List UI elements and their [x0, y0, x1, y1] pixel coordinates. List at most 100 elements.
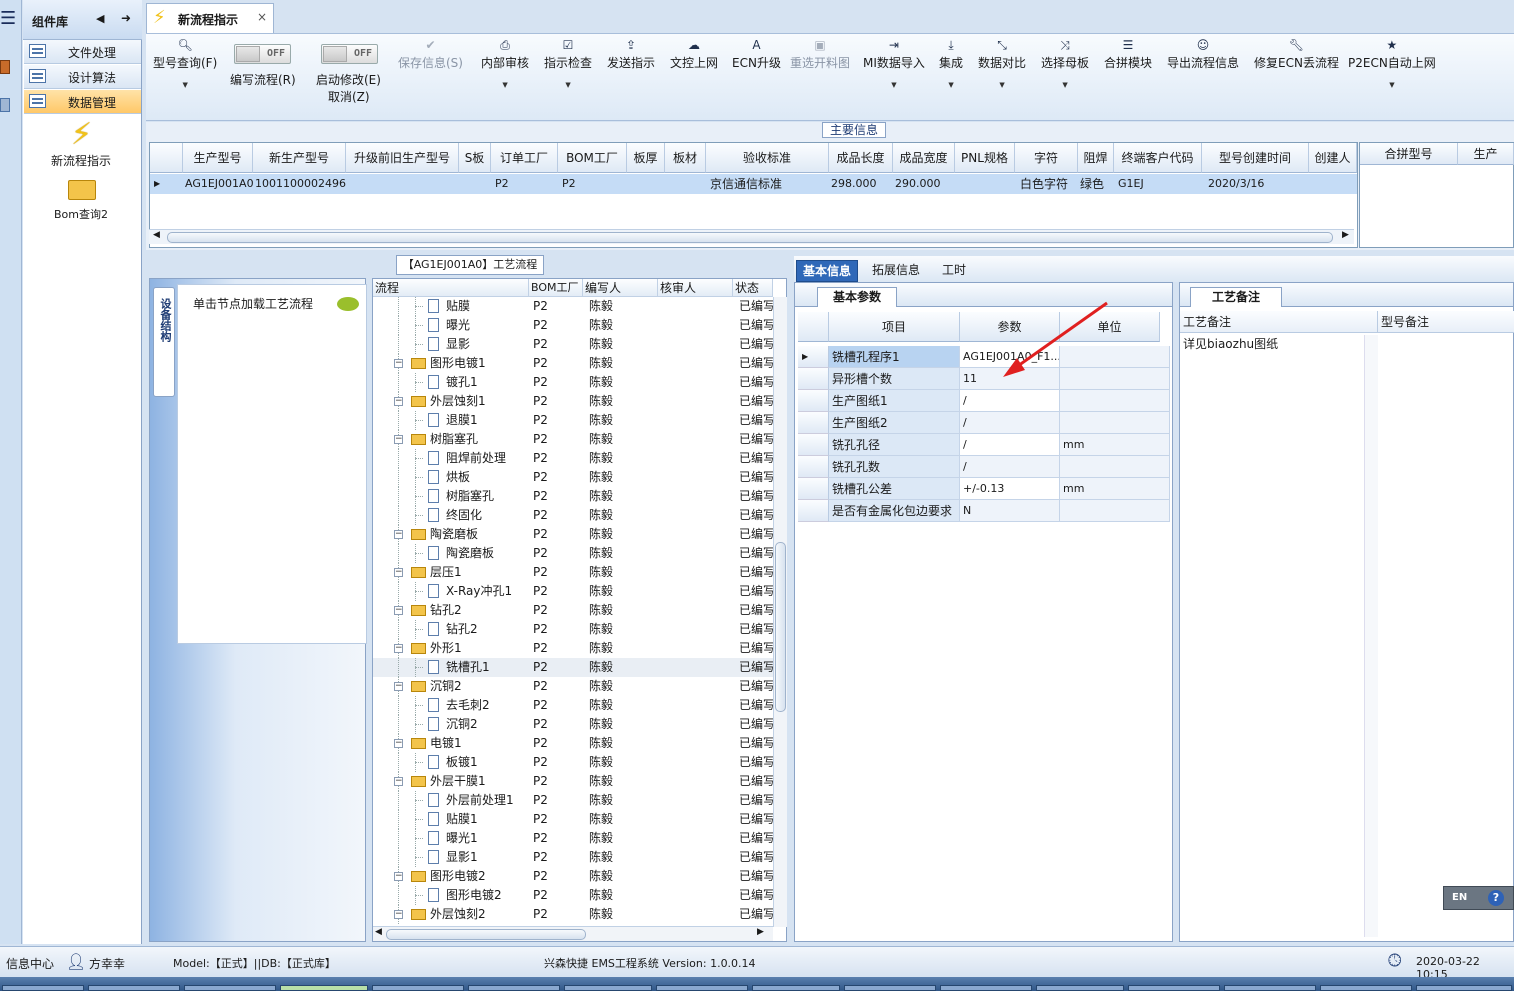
- taskbar-item[interactable]: [844, 985, 936, 991]
- collapse-icon[interactable]: −: [394, 872, 403, 881]
- instruction-check-button[interactable]: ☑ 指示检查 ▼: [544, 38, 592, 89]
- export-flow-button[interactable]: ☺ 导出流程信息: [1167, 38, 1239, 71]
- param-value[interactable]: N: [960, 500, 1060, 522]
- send-instruction-button[interactable]: ⇪ 发送指示: [607, 38, 655, 71]
- help-icon[interactable]: ?: [1488, 890, 1504, 906]
- tree-row[interactable]: 陶瓷磨板 P2 陈毅 已编写: [373, 544, 773, 563]
- tree-row[interactable]: 终固化 P2 陈毅 已编写: [373, 506, 773, 525]
- tree-row[interactable]: 曝光1 P2 陈毅 已编写: [373, 829, 773, 848]
- taskbar-item[interactable]: [88, 985, 180, 991]
- start-modify-toggle[interactable]: OFF: [321, 44, 378, 64]
- param-row[interactable]: 生产图纸1/: [798, 390, 1170, 412]
- row-selector[interactable]: [798, 412, 829, 434]
- scrollbar-thumb[interactable]: [775, 542, 786, 712]
- cancel-button[interactable]: 取消(Z): [328, 88, 370, 105]
- collapse-icon[interactable]: −: [394, 682, 403, 691]
- tree-row[interactable]: − 沉铜2 P2 陈毅 已编写: [373, 677, 773, 696]
- column-header[interactable]: 生产: [1458, 143, 1514, 165]
- auto-upload-button[interactable]: ★ P2ECN自动上网 ▼: [1348, 38, 1436, 89]
- param-value[interactable]: +/-0.13: [960, 478, 1060, 500]
- param-row[interactable]: 铣孔孔数 /: [798, 456, 1170, 478]
- column-header[interactable]: PNL规格: [955, 143, 1015, 173]
- param-value[interactable]: /: [960, 390, 1060, 412]
- language-code[interactable]: EN: [1452, 892, 1467, 903]
- save-info-button[interactable]: ✔ 保存信息(S): [398, 38, 463, 71]
- scrollbar-thumb[interactable]: [167, 232, 1333, 243]
- param-row[interactable]: 铣槽孔公差 +/-0.13 mm: [798, 478, 1170, 500]
- taskbar-item[interactable]: [468, 985, 560, 991]
- tab-work-hours[interactable]: 工时: [936, 260, 972, 282]
- tree-row[interactable]: − 钻孔2 P2 陈毅 已编写: [373, 601, 773, 620]
- write-flow-toggle[interactable]: OFF: [234, 44, 291, 64]
- compare-button[interactable]: ⤡ 数据对比 ▼: [978, 38, 1026, 89]
- merge-module-button[interactable]: ☰ 合拼模块: [1104, 38, 1152, 71]
- tree-row[interactable]: − 图形电镀2 P2 陈毅 已编写: [373, 867, 773, 886]
- tab-basic-params[interactable]: 基本参数: [817, 287, 897, 307]
- scrollbar-thumb[interactable]: [386, 929, 586, 940]
- column-header[interactable]: 编写人: [583, 279, 658, 297]
- column-header[interactable]: 流程: [373, 279, 529, 297]
- menu-icon[interactable]: ☰: [0, 8, 16, 30]
- tree-row[interactable]: 图形电镀2 P2 陈毅 已编写: [373, 886, 773, 905]
- reselect-material-button[interactable]: ▣ 重选开料图: [790, 38, 850, 71]
- collapse-icon[interactable]: −: [394, 568, 403, 577]
- pin-icon[interactable]: ➜: [121, 11, 131, 25]
- integrate-button[interactable]: ⤓ 集成 ▼: [939, 38, 963, 89]
- taskbar-item[interactable]: [656, 985, 748, 991]
- folder-icon[interactable]: [68, 180, 96, 200]
- tree-row[interactable]: 铣槽孔1 P2 陈毅 已编写: [373, 658, 773, 677]
- device-tree[interactable]: 单击节点加载工艺流程: [177, 284, 367, 644]
- tree-row[interactable]: 镀孔1 P2 陈毅 已编写: [373, 373, 773, 392]
- column-header[interactable]: 新生产型号: [253, 143, 346, 173]
- row-selector[interactable]: [798, 500, 829, 522]
- query-button[interactable]: 🔍︎ 型号查询(F) ▼: [153, 38, 217, 89]
- row-selector[interactable]: [798, 456, 829, 478]
- taskbar-item[interactable]: [1036, 985, 1124, 991]
- lightning-icon[interactable]: ⚡: [71, 118, 101, 152]
- upload-doc-button[interactable]: ☁ 文控上网: [670, 38, 718, 71]
- tree-row[interactable]: 显影1 P2 陈毅 已编写: [373, 848, 773, 867]
- tree-row[interactable]: 沉铜2 P2 陈毅 已编写: [373, 715, 773, 734]
- tree-row[interactable]: 退膜1 P2 陈毅 已编写: [373, 411, 773, 430]
- tree-row[interactable]: 板镀1 P2 陈毅 已编写: [373, 753, 773, 772]
- param-row[interactable]: 铣孔孔径 / mm: [798, 434, 1170, 456]
- taskbar-item[interactable]: [1128, 985, 1220, 991]
- collapse-icon[interactable]: −: [394, 739, 403, 748]
- column-header[interactable]: 订单工厂: [491, 143, 558, 173]
- tab-device-structure[interactable]: 设备结构: [153, 287, 175, 397]
- ecn-upgrade-button[interactable]: A ECN升级: [732, 38, 781, 71]
- taskbar-item[interactable]: [1224, 985, 1316, 991]
- tab-new-flow[interactable]: ⚡ 新流程指示 ×: [146, 3, 274, 33]
- taskbar-item[interactable]: [372, 985, 464, 991]
- tree-row[interactable]: − 外层蚀刻1 P2 陈毅 已编写: [373, 392, 773, 411]
- row-selector[interactable]: [798, 434, 829, 456]
- column-header[interactable]: 板材: [665, 143, 706, 173]
- collapse-icon[interactable]: −: [394, 606, 403, 615]
- table-cell[interactable]: 绿色: [1080, 174, 1114, 194]
- tree-row[interactable]: − 外层蚀刻2 P2 陈毅 已编写: [373, 905, 773, 924]
- tab-craft-notes[interactable]: 工艺备注: [1190, 287, 1282, 307]
- tree-row[interactable]: 显影 P2 陈毅 已编写: [373, 335, 773, 354]
- row-selector[interactable]: ▶: [798, 346, 829, 368]
- column-header[interactable]: 创建人: [1309, 143, 1357, 173]
- tree-row[interactable]: − 电镀1 P2 陈毅 已编写: [373, 734, 773, 753]
- collapse-icon[interactable]: −: [394, 359, 403, 368]
- info-center-link[interactable]: 信息中心: [6, 955, 54, 972]
- taskbar-item[interactable]: [1320, 985, 1412, 991]
- column-header[interactable]: 型号创建时间: [1202, 143, 1309, 173]
- table-cell[interactable]: AG1EJ001A0: [185, 174, 253, 194]
- chevron-right-icon[interactable]: ▶: [757, 927, 764, 937]
- param-row[interactable]: 是否有金属化包边要求 N: [798, 500, 1170, 522]
- internal-review-button[interactable]: ⎙ 内部审核 ▼: [481, 38, 529, 89]
- tree-row[interactable]: 贴膜1 P2 陈毅 已编写: [373, 810, 773, 829]
- column-header[interactable]: 字符: [1015, 143, 1078, 173]
- chevron-left-icon[interactable]: ◀: [375, 927, 382, 937]
- craft-note-text[interactable]: 详见biaozhu图纸: [1183, 335, 1278, 352]
- column-header[interactable]: 阻焊: [1078, 143, 1114, 173]
- column-header[interactable]: 状态: [733, 279, 773, 297]
- app-icon[interactable]: [0, 98, 10, 112]
- vertical-scrollbar[interactable]: [1364, 335, 1378, 937]
- tree-row[interactable]: 曝光 P2 陈毅 已编写: [373, 316, 773, 335]
- collapse-icon[interactable]: −: [394, 644, 403, 653]
- tree-row[interactable]: − 外层干膜1 P2 陈毅 已编写: [373, 772, 773, 791]
